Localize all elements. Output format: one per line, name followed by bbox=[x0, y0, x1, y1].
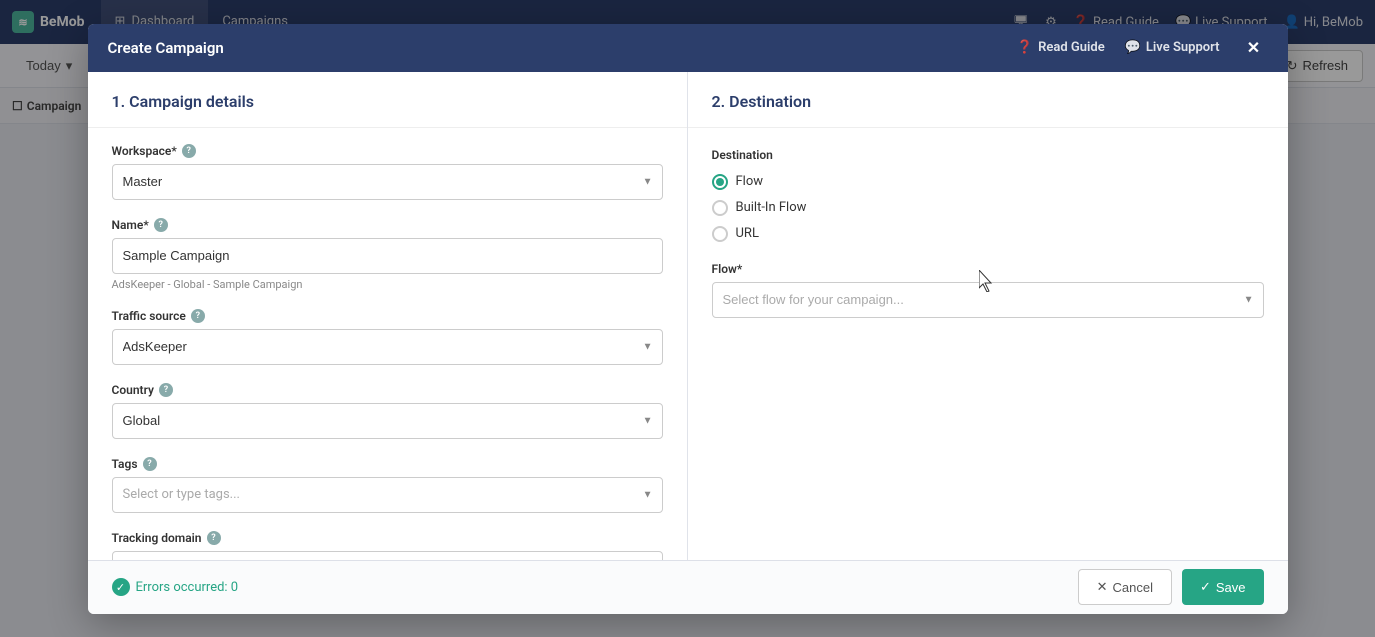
modal-header: Create Campaign ❓ Read Guide 💬 Live Supp… bbox=[88, 24, 1288, 72]
traffic-source-select-wrapper: AdsKeeper ▼ bbox=[112, 329, 663, 365]
create-campaign-modal: Create Campaign ❓ Read Guide 💬 Live Supp… bbox=[88, 24, 1288, 614]
traffic-source-label: Traffic source ? bbox=[112, 309, 663, 323]
radio-built-in-flow-label: Built-In Flow bbox=[736, 200, 807, 215]
panel-right-scroll: Destination Flow bbox=[688, 128, 1288, 560]
tags-dropdown-arrow: ▼ bbox=[643, 489, 653, 500]
tracking-domain-select[interactable]: Account default bbox=[112, 551, 663, 560]
modal-overlay: Create Campaign ❓ Read Guide 💬 Live Supp… bbox=[0, 0, 1375, 637]
name-hint: AdsKeeper - Global - Sample Campaign bbox=[112, 278, 663, 291]
radio-flow-label: Flow bbox=[736, 174, 764, 189]
workspace-label: Workspace* ? bbox=[112, 144, 663, 158]
tags-field: Tags ? Select or type tags... ▼ bbox=[112, 457, 663, 513]
radio-flow[interactable]: Flow bbox=[712, 174, 1264, 190]
check-icon: ✓ bbox=[112, 578, 130, 596]
tags-help-icon[interactable]: ? bbox=[143, 457, 157, 471]
tracking-domain-select-wrapper: Account default ▼ bbox=[112, 551, 663, 560]
modal-header-actions: ❓ Read Guide 💬 Live Support ✕ bbox=[1017, 34, 1268, 62]
traffic-source-select[interactable]: AdsKeeper bbox=[112, 329, 663, 365]
tags-label: Tags ? bbox=[112, 457, 663, 471]
name-label: Name* ? bbox=[112, 218, 663, 232]
country-help-icon[interactable]: ? bbox=[159, 383, 173, 397]
traffic-source-help-icon[interactable]: ? bbox=[191, 309, 205, 323]
panel-left-title: 1. Campaign details bbox=[88, 72, 687, 128]
workspace-select[interactable]: Master bbox=[112, 164, 663, 200]
modal-body: 1. Campaign details Workspace* ? Master bbox=[88, 72, 1288, 560]
name-input[interactable] bbox=[123, 248, 652, 263]
panel-left-scroll: Workspace* ? Master ▼ bbox=[88, 128, 687, 560]
tags-input[interactable]: Select or type tags... bbox=[112, 477, 663, 513]
errors-indicator: ✓ Errors occurred: 0 bbox=[112, 578, 239, 596]
workspace-select-wrapper: Master ▼ bbox=[112, 164, 663, 200]
destination-radio-group: Flow Built-In Flow URL bbox=[712, 174, 1264, 242]
modal-live-support-link[interactable]: 💬 Live Support bbox=[1125, 40, 1220, 55]
country-label: Country ? bbox=[112, 383, 663, 397]
tracking-domain-field: Tracking domain ? Account default ▼ bbox=[112, 531, 663, 560]
cancel-btn[interactable]: ✕ Cancel bbox=[1078, 569, 1172, 605]
radio-built-in-flow[interactable]: Built-In Flow bbox=[712, 200, 1264, 216]
workspace-field: Workspace* ? Master ▼ bbox=[112, 144, 663, 200]
panel-campaign-details: 1. Campaign details Workspace* ? Master bbox=[88, 72, 688, 560]
country-select[interactable]: Global bbox=[112, 403, 663, 439]
modal-title: Create Campaign bbox=[108, 39, 224, 57]
tracking-domain-help-icon[interactable]: ? bbox=[207, 531, 221, 545]
modal-close-btn[interactable]: ✕ bbox=[1240, 34, 1268, 62]
modal-read-guide-link[interactable]: ❓ Read Guide bbox=[1017, 40, 1105, 55]
country-select-wrapper: Global ▼ bbox=[112, 403, 663, 439]
modal-footer: ✓ Errors occurred: 0 ✕ Cancel ✓ Save bbox=[88, 560, 1288, 614]
radio-url-input bbox=[712, 226, 728, 242]
save-btn[interactable]: ✓ Save bbox=[1182, 569, 1264, 605]
radio-built-in-flow-input bbox=[712, 200, 728, 216]
radio-flow-dot bbox=[716, 178, 724, 186]
flow-select-wrapper: Select flow for your campaign... ▼ bbox=[712, 282, 1264, 318]
panel-right-title: 2. Destination bbox=[688, 72, 1288, 128]
workspace-help-icon[interactable]: ? bbox=[182, 144, 196, 158]
traffic-source-field: Traffic source ? AdsKeeper ▼ bbox=[112, 309, 663, 365]
destination-section-label: Destination bbox=[712, 148, 1264, 162]
footer-buttons: ✕ Cancel ✓ Save bbox=[1078, 569, 1264, 605]
tracking-domain-label: Tracking domain ? bbox=[112, 531, 663, 545]
name-field: Name* ? AdsKeeper - Global - Sample Camp… bbox=[112, 218, 663, 291]
panel-destination: 2. Destination Destination Flow bbox=[688, 72, 1288, 560]
radio-url[interactable]: URL bbox=[712, 226, 1264, 242]
radio-flow-input bbox=[712, 174, 728, 190]
name-help-icon[interactable]: ? bbox=[154, 218, 168, 232]
radio-url-label: URL bbox=[736, 226, 759, 241]
tags-wrapper: Select or type tags... ▼ bbox=[112, 477, 663, 513]
errors-text: Errors occurred: 0 bbox=[136, 580, 239, 595]
flow-select-label: Flow* bbox=[712, 262, 1264, 276]
country-field: Country ? Global ▼ bbox=[112, 383, 663, 439]
flow-select[interactable]: Select flow for your campaign... bbox=[712, 282, 1264, 318]
name-input-wrapper bbox=[112, 238, 663, 274]
